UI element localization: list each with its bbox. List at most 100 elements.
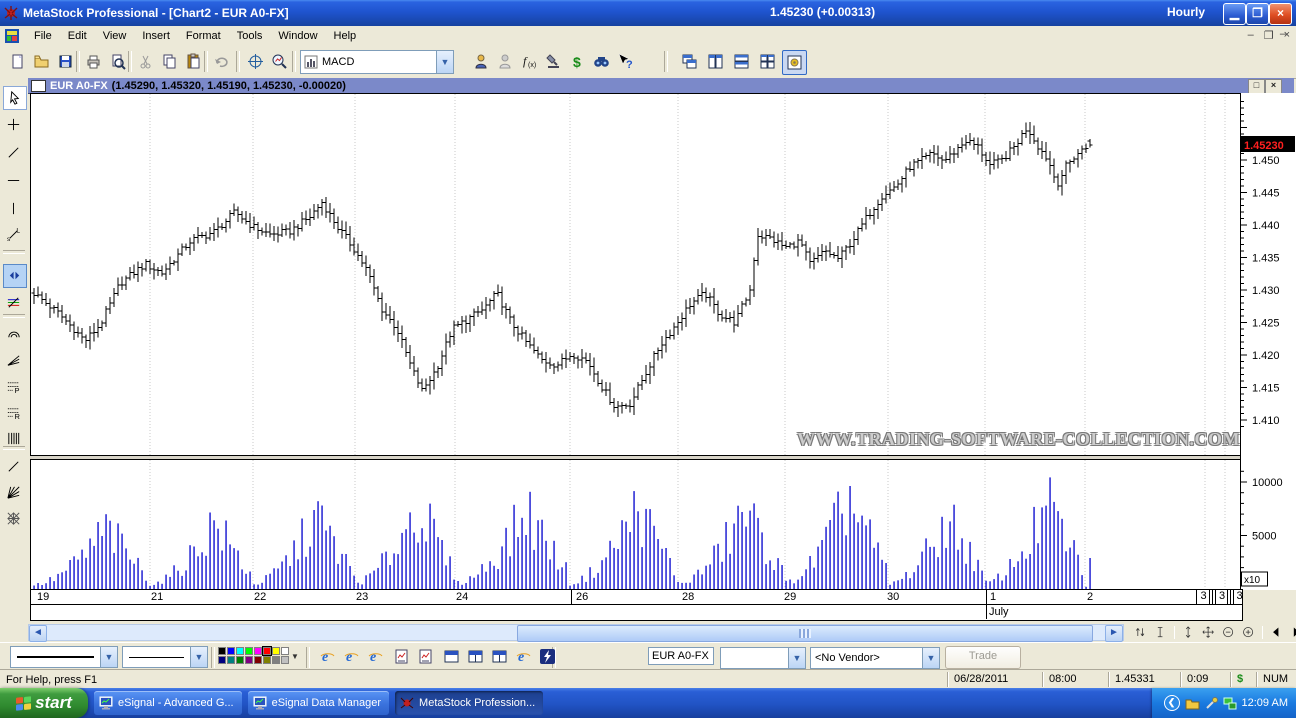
tray-collapse-chevron-icon[interactable]: ❮ — [1164, 695, 1180, 711]
palette-color-swatch[interactable] — [236, 656, 244, 664]
price-panel[interactable] — [30, 93, 1240, 456]
open-folder-button[interactable] — [30, 50, 53, 73]
line-style-combobox[interactable]: ▼ — [122, 646, 208, 668]
vertical-line-tool[interactable] — [3, 198, 25, 220]
multi-colored-lines-tool[interactable] — [3, 292, 25, 314]
zoom-in-circle-button[interactable] — [1242, 626, 1255, 639]
mdi-minimize-icon[interactable]: – — [1248, 29, 1254, 42]
dollar-sign-button[interactable]: $ — [566, 50, 589, 73]
new-document-button[interactable] — [6, 50, 29, 73]
line-thickness-combobox[interactable]: ▼ — [10, 646, 118, 668]
mdi-restore-icon[interactable]: ❐ — [1264, 29, 1274, 42]
tile-window-1-button[interactable] — [440, 646, 462, 667]
palette-color-swatch[interactable] — [227, 647, 235, 655]
menu-tools[interactable]: Tools — [229, 28, 271, 44]
fibonacci-fan-tool[interactable] — [3, 350, 25, 372]
close-button[interactable]: × — [1269, 3, 1292, 25]
trendline-tool[interactable] — [3, 142, 25, 164]
restore-button[interactable]: ❐ — [1246, 3, 1269, 25]
tray-satellite-icon[interactable] — [1205, 697, 1218, 710]
horizontal-scrollbar[interactable]: ◄ ► — [28, 624, 1124, 641]
explorer-4-button[interactable]: e — [512, 646, 534, 667]
tile-grid-button[interactable] — [756, 50, 779, 73]
zoom-out-circle-button[interactable] — [1222, 626, 1235, 639]
save-disk-button[interactable] — [54, 50, 77, 73]
cut-scissors-button[interactable] — [134, 50, 157, 73]
menu-view[interactable]: View — [95, 28, 135, 44]
indicator-quickplot-button[interactable] — [542, 50, 565, 73]
menu-window[interactable]: Window — [270, 28, 325, 44]
menu-file[interactable]: File — [26, 28, 60, 44]
palette-color-swatch[interactable] — [263, 647, 271, 655]
menu-insert[interactable]: Insert — [134, 28, 178, 44]
vendor-combobox[interactable]: <No Vendor> ▼ — [810, 647, 940, 669]
binoculars-search-button[interactable] — [590, 50, 613, 73]
tray-folder-icon[interactable] — [1185, 697, 1200, 710]
palette-color-swatch[interactable] — [281, 656, 289, 664]
chart-maximize-icon[interactable]: □ — [1248, 79, 1265, 94]
refresh-button[interactable] — [1134, 626, 1147, 639]
attach-expert-button[interactable] — [494, 50, 517, 73]
function-fx-button[interactable]: f(x) — [518, 50, 541, 73]
undo-arrow-button[interactable] — [210, 50, 233, 73]
chevron-down-icon[interactable]: ▼ — [788, 648, 805, 668]
indicator-combobox[interactable]: MACD ▼ — [300, 50, 454, 74]
fibonacci-time-zones-tool[interactable] — [3, 428, 25, 450]
trade-button[interactable]: Trade — [945, 646, 1021, 669]
explorer-1-button[interactable]: e — [316, 646, 338, 667]
palette-dropdown-icon[interactable]: ▼ — [290, 652, 300, 661]
interval-combobox[interactable]: ▼ — [720, 647, 806, 669]
fibonacci-retracement-tool[interactable]: R — [3, 402, 25, 424]
symbol-box[interactable]: EUR A0-FX — [648, 647, 714, 665]
menu-help[interactable]: Help — [326, 28, 365, 44]
scroll-arrows-tool[interactable] — [3, 264, 27, 288]
chevron-down-icon[interactable]: ▼ — [190, 647, 207, 667]
palette-color-swatch[interactable] — [254, 656, 262, 664]
tile-vertical-button[interactable] — [704, 50, 727, 73]
palette-color-swatch[interactable] — [245, 656, 253, 664]
taskbar-task-1[interactable]: eSignal Data Manager — [248, 691, 389, 715]
scrollbar-thumb[interactable] — [517, 625, 1093, 642]
palette-color-swatch[interactable] — [263, 656, 271, 664]
workspace-settings-button[interactable] — [782, 50, 807, 75]
palette-color-swatch[interactable] — [272, 656, 280, 664]
prev-arrow-button[interactable] — [1270, 626, 1283, 639]
palette-color-swatch[interactable] — [218, 647, 226, 655]
palette-color-swatch[interactable] — [272, 647, 280, 655]
minimize-button[interactable]: ▁ — [1223, 3, 1246, 25]
start-button[interactable]: start — [0, 688, 88, 718]
color-palette[interactable]: ▼ — [218, 646, 304, 666]
chart-report-1-button[interactable] — [390, 646, 412, 667]
zoom-chart-button[interactable] — [268, 50, 291, 73]
palette-color-swatch[interactable] — [245, 647, 253, 655]
esignal-lightning-button[interactable] — [536, 646, 558, 667]
copy-pages-button[interactable] — [158, 50, 181, 73]
scroll-right-arrow-icon[interactable]: ► — [1105, 625, 1123, 642]
context-help-button[interactable]: ? — [614, 50, 637, 73]
print-button[interactable] — [82, 50, 105, 73]
chevron-down-icon[interactable]: ▼ — [922, 648, 939, 668]
expert-advisor-button[interactable] — [470, 50, 493, 73]
mdi-close-icon[interactable]: × — [1284, 29, 1290, 42]
crosshair-zoom-button[interactable] — [244, 50, 267, 73]
taskbar-task-2[interactable]: MetaStock Profession... — [395, 691, 543, 715]
crosshair-tool[interactable] — [3, 114, 25, 136]
palette-color-swatch[interactable] — [281, 647, 289, 655]
next-arrow-button[interactable] — [1290, 626, 1296, 639]
taskbar-task-0[interactable]: eSignal - Advanced G... — [94, 691, 242, 715]
chart-window-title-bar[interactable]: EUR A0-FX (1.45290, 1.45320, 1.45190, 1.… — [28, 78, 1294, 94]
print-preview-button[interactable] — [106, 50, 129, 73]
explorer-3-button[interactable]: e — [364, 646, 386, 667]
horizontal-line-tool[interactable] — [3, 170, 25, 192]
pointer-tool[interactable] — [3, 86, 27, 110]
trendline-2-tool[interactable] — [3, 456, 25, 478]
palette-color-swatch[interactable] — [236, 647, 244, 655]
gann-fan-tool[interactable] — [3, 482, 25, 504]
cascade-windows-button[interactable] — [678, 50, 701, 73]
stop-limit-line-tool[interactable]: sL — [3, 224, 25, 246]
fibonacci-projection-tool[interactable]: P — [3, 376, 25, 398]
gann-grid-tool[interactable] — [3, 508, 25, 530]
tile-horizontal-button[interactable] — [730, 50, 753, 73]
palette-color-swatch[interactable] — [227, 656, 235, 664]
move-all-button[interactable] — [1202, 626, 1215, 639]
